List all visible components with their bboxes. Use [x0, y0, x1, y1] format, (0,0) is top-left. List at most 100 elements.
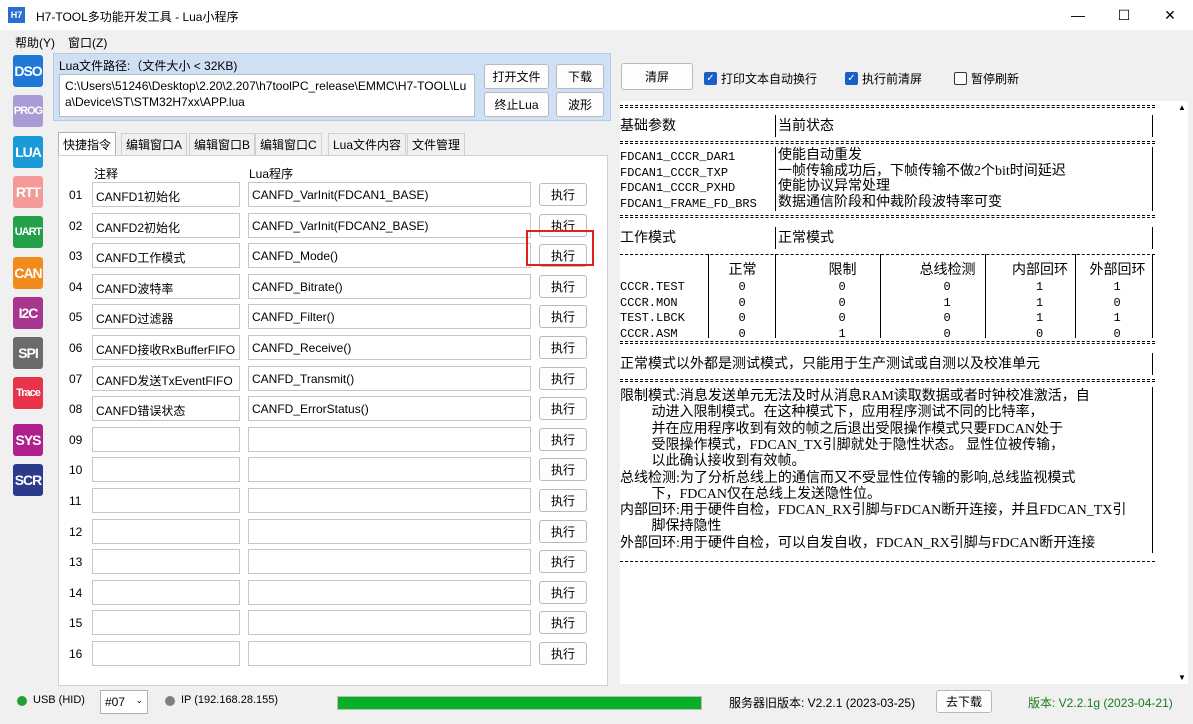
sidebar-spi-button[interactable]: SPI — [13, 337, 43, 370]
row-note-field[interactable] — [92, 641, 240, 666]
row-note-field[interactable]: CANFD2初始化 — [92, 212, 240, 238]
stop-lua-button[interactable]: 终止Lua — [484, 92, 549, 117]
clear-before-run-checkbox[interactable]: ✓ 执行前清屏 — [845, 70, 922, 87]
tab-1[interactable]: 快捷指令 — [58, 132, 117, 155]
row-note-field[interactable]: CANFD发送TxEventFIFO — [92, 365, 240, 391]
sidebar-rtt-button[interactable]: RTT — [13, 175, 43, 208]
close-button[interactable]: ✕ — [1147, 0, 1193, 30]
row-lua-field[interactable] — [248, 426, 531, 452]
scroll-up-icon[interactable]: ▲ — [1178, 103, 1186, 112]
row-lua-field[interactable] — [248, 579, 531, 605]
execute-button[interactable]: 执行 — [539, 550, 587, 574]
work-mode-value: 正常模式 — [778, 231, 834, 246]
auto-wrap-checkbox[interactable]: ✓ 打印文本自动换行 — [704, 70, 817, 87]
row-note-field[interactable]: CANFD工作模式 — [92, 243, 240, 269]
row-lua-field[interactable] — [248, 518, 531, 544]
sidebar-sys-button[interactable]: SYS — [13, 423, 43, 456]
scroll-down-icon[interactable]: ▼ — [1178, 673, 1186, 682]
device-select[interactable]: #07 ⌄ — [100, 690, 148, 714]
row-note-field[interactable]: CANFD过滤器 — [92, 304, 240, 330]
row-lua-field[interactable] — [248, 457, 531, 483]
output-console[interactable]: 基础参数 当前状态 FDCAN1_CCCR_DAR1 使能自动重发 FDCAN1_C… — [620, 101, 1175, 684]
sidebar-trace-button[interactable]: Trace — [13, 377, 43, 410]
sidebar-dso-button[interactable]: DSO — [13, 55, 43, 87]
tab-6[interactable]: 文件管理 — [407, 133, 466, 155]
download-button[interactable]: 下载 — [556, 64, 604, 89]
execute-button[interactable]: 执行 — [539, 611, 587, 635]
row-lua-field[interactable]: CANFD_Filter() — [248, 304, 531, 330]
console-scrollbar[interactable]: ▲ ▼ — [1175, 101, 1188, 684]
command-row: 12 执行 — [59, 518, 609, 545]
row-lua-field[interactable] — [248, 488, 531, 513]
execute-button[interactable]: 执行 — [539, 580, 587, 604]
row-note-field[interactable] — [92, 549, 240, 575]
row-lua-field[interactable]: CANFD_VarInit(FDCAN1_BASE) — [248, 182, 531, 207]
mode-column-header: 限制 — [828, 263, 857, 278]
execute-button[interactable]: 执行 — [539, 397, 587, 421]
mode-row-name: CCCR.ASM — [620, 326, 678, 341]
sidebar-scr-button[interactable]: SCR — [13, 464, 43, 496]
open-file-button[interactable]: 打开文件 — [484, 64, 549, 89]
row-note-field[interactable] — [92, 488, 240, 513]
row-lua-field[interactable] — [248, 641, 531, 666]
table-divider — [1152, 254, 1153, 338]
execute-button[interactable]: 执行 — [539, 274, 587, 298]
sidebar-prog-button[interactable]: PROG — [13, 95, 43, 128]
ip-status-label: IP (192.168.28.155) — [181, 694, 279, 706]
row-note-field[interactable] — [92, 426, 240, 452]
tab-5[interactable]: Lua文件内容 — [328, 133, 407, 155]
description-line: 总线检测:为了分析总线上的通信而又不受显性位传输的影响,总线监视模式 — [620, 470, 1076, 486]
register-name: FDCAN1_CCCR_DAR1 — [620, 150, 736, 164]
tab-3[interactable]: 编辑窗口B — [189, 133, 256, 155]
execute-button[interactable]: 执行 — [539, 305, 587, 329]
execute-button[interactable]: 执行 — [539, 183, 587, 206]
row-lua-field[interactable]: CANFD_Receive() — [248, 335, 531, 360]
sidebar-i2c-button[interactable]: I2C — [13, 296, 43, 329]
window-title: H7-TOOL多功能开发工具 - Lua小程序 — [36, 10, 239, 24]
execute-button[interactable]: 执行 — [539, 458, 587, 482]
maximize-button[interactable]: ☐ — [1101, 0, 1147, 30]
row-note-field[interactable] — [92, 610, 240, 636]
waveform-button[interactable]: 波形 — [556, 92, 604, 117]
pause-refresh-label: 暂停刷新 — [971, 72, 1020, 86]
row-note-field[interactable]: CANFD错误状态 — [92, 396, 240, 422]
row-lua-field[interactable]: CANFD_ErrorStatus() — [248, 396, 531, 422]
row-note-field[interactable] — [92, 579, 240, 605]
execute-button[interactable]: 执行 — [539, 519, 587, 543]
row-note-field[interactable] — [92, 457, 240, 483]
row-lua-field[interactable]: CANFD_Bitrate() — [248, 273, 531, 299]
file-path-field[interactable]: C:\Users\51246\Desktop\2.20\2.207\h7tool… — [59, 74, 475, 117]
highlight-box — [526, 230, 594, 266]
row-lua-field[interactable] — [248, 610, 531, 636]
minimize-button[interactable]: — — [1055, 0, 1101, 30]
menu-window[interactable]: 窗口(Z) — [68, 34, 107, 51]
row-note-field[interactable]: CANFD1初始化 — [92, 182, 240, 207]
row-note-field[interactable] — [92, 518, 240, 544]
tab-4[interactable]: 编辑窗口C — [255, 133, 322, 155]
row-lua-field[interactable]: CANFD_Mode() — [248, 243, 531, 269]
menu-help[interactable]: 帮助(Y) — [15, 34, 55, 51]
description-line: 内部回环:用于硬件自检，FDCAN_RX引脚与FDCAN断开连接，并且FDCAN… — [620, 503, 1127, 519]
pause-refresh-checkbox[interactable]: 暂停刷新 — [954, 70, 1019, 87]
execute-button[interactable]: 执行 — [539, 489, 587, 512]
register-name: FDCAN1_CCCR_PXHD — [620, 181, 736, 195]
row-lua-field[interactable] — [248, 549, 531, 575]
clear-screen-button[interactable]: 清屏 — [621, 63, 693, 90]
sidebar-lua-button[interactable]: LUA — [13, 135, 43, 168]
sidebar-uart-button[interactable]: UART — [13, 216, 43, 249]
row-number: 01 — [69, 188, 83, 202]
version-label: 版本: V2.2.1g (2023-04-21) — [1028, 696, 1173, 710]
execute-button[interactable]: 执行 — [539, 366, 587, 390]
mode-cell: 1 — [1036, 295, 1044, 310]
sidebar-can-button[interactable]: CAN — [13, 256, 43, 289]
execute-button[interactable]: 执行 — [539, 427, 587, 451]
go-download-button[interactable]: 去下载 — [936, 690, 992, 713]
command-row: 05 CANFD过滤器 CANFD_Filter() 执行 — [59, 304, 609, 330]
row-lua-field[interactable]: CANFD_VarInit(FDCAN2_BASE) — [248, 212, 531, 238]
row-note-field[interactable]: CANFD波特率 — [92, 273, 240, 299]
execute-button[interactable]: 执行 — [539, 642, 587, 665]
execute-button[interactable]: 执行 — [539, 336, 587, 359]
row-note-field[interactable]: CANFD接收RxBufferFIFO — [92, 335, 240, 360]
row-lua-field[interactable]: CANFD_Transmit() — [248, 365, 531, 391]
tab-2[interactable]: 编辑窗口A — [121, 133, 188, 155]
